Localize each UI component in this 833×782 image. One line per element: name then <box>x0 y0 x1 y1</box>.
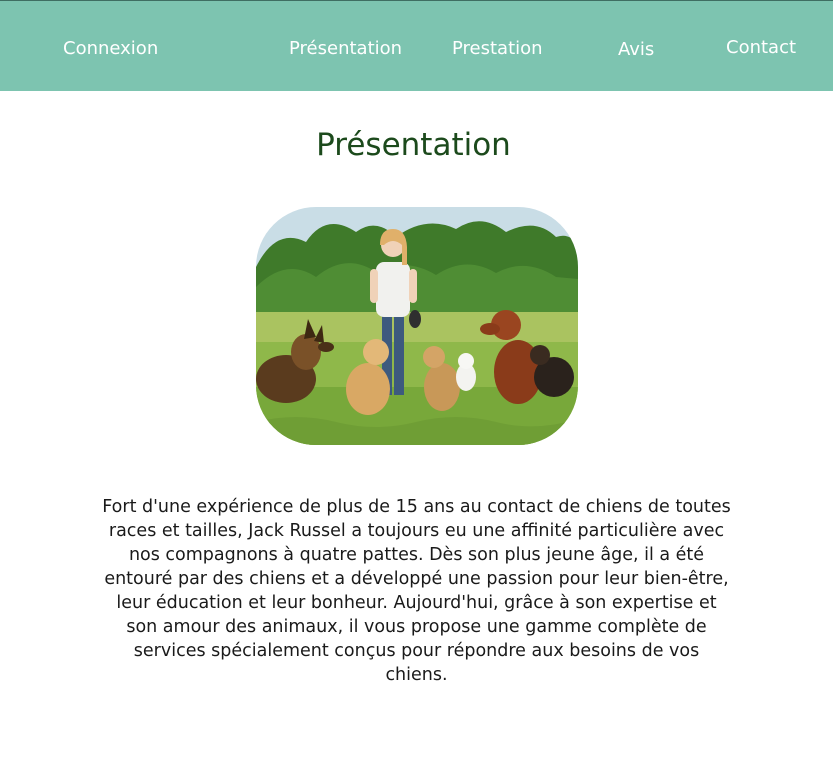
page-title: Présentation <box>316 127 511 163</box>
nav-link-prestation[interactable]: Prestation <box>452 37 543 61</box>
nav-link-contact[interactable]: Contact <box>726 36 796 60</box>
trainer-with-dogs-photo <box>256 207 578 445</box>
top-navbar: Connexion Présentation Prestation Avis C… <box>0 0 833 91</box>
nav-link-avis[interactable]: Avis <box>618 38 654 62</box>
presentation-paragraph: Fort d'une expérience de plus de 15 ans … <box>102 497 731 685</box>
nav-link-connexion[interactable]: Connexion <box>63 37 158 61</box>
nav-link-presentation[interactable]: Présentation <box>289 37 402 61</box>
